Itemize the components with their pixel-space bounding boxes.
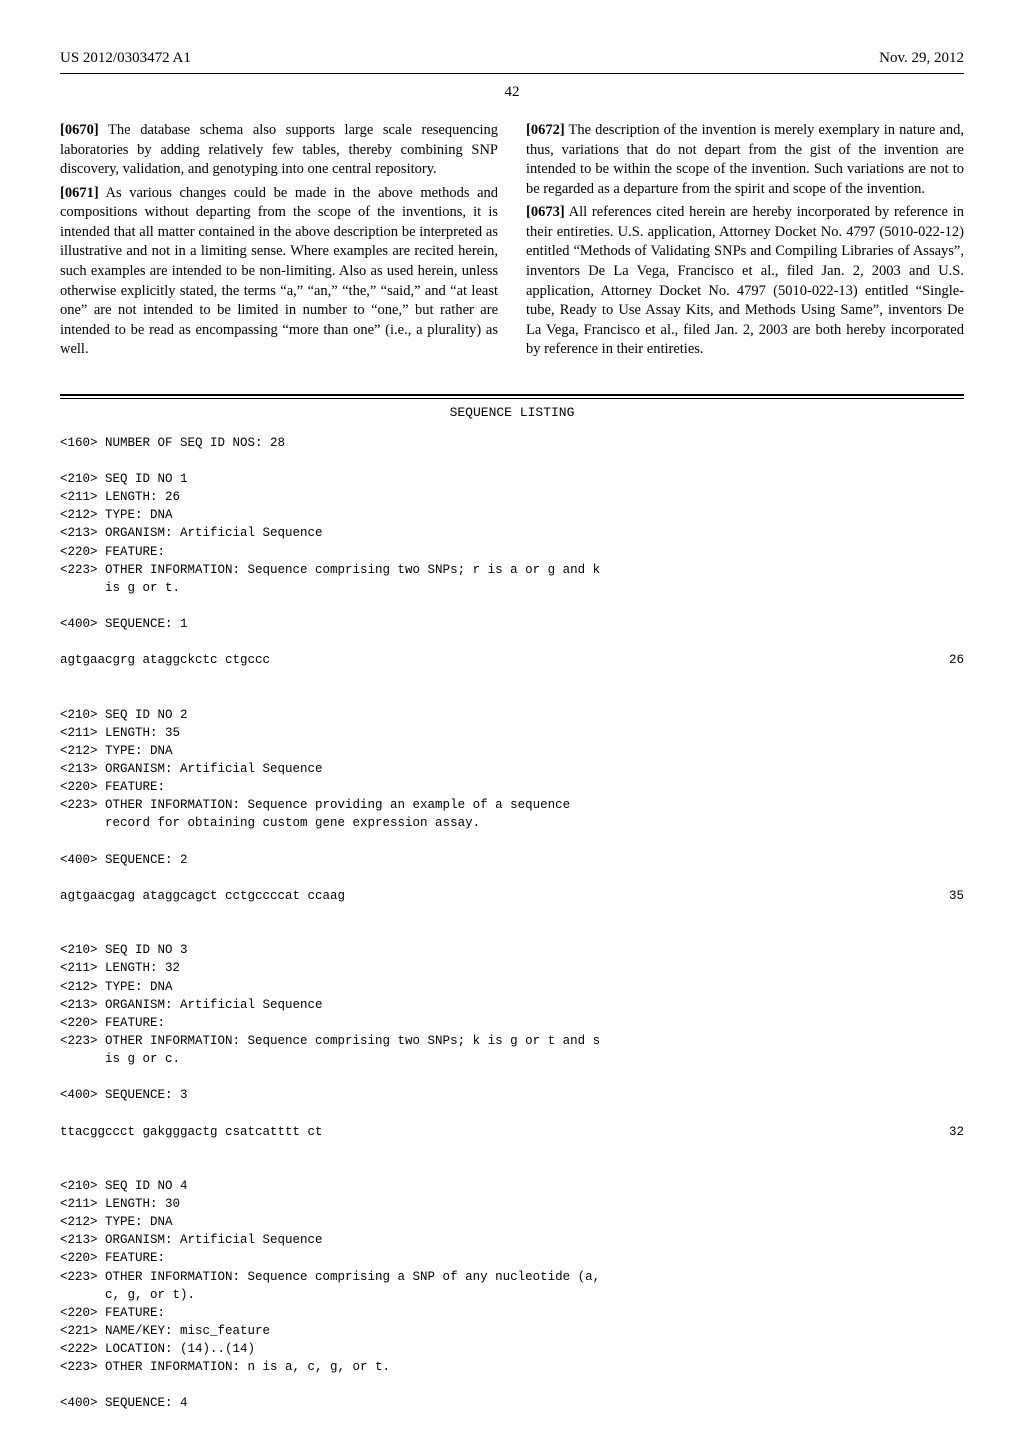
blank-line — [60, 633, 964, 651]
sequence-listing-block: SEQUENCE LISTING <160> NUMBER OF SEQ ID … — [60, 394, 964, 1413]
para-text: All references cited herein are hereby i… — [526, 204, 964, 357]
para-text: As various changes could be made in the … — [60, 185, 498, 358]
seq3-line: <213> ORGANISM: Artificial Sequence — [60, 996, 964, 1014]
seq3-400: <400> SEQUENCE: 3 — [60, 1086, 964, 1104]
seq1-line: <220> FEATURE: — [60, 543, 964, 561]
seq1-line: is g or t. — [60, 579, 964, 597]
sequence-listing-title: SEQUENCE LISTING — [60, 405, 964, 420]
seq2-line: <212> TYPE: DNA — [60, 742, 964, 760]
seq4-line: c, g, or t). — [60, 1286, 964, 1304]
seq-rule-top-thin — [60, 398, 964, 399]
header-rule — [60, 73, 964, 74]
blank-line — [60, 905, 964, 923]
publication-number: US 2012/0303472 A1 — [60, 50, 191, 67]
body-columns: [0670] The database schema also supports… — [60, 121, 964, 364]
seq4-line: <210> SEQ ID NO 4 — [60, 1177, 964, 1195]
right-column: [0672] The description of the invention … — [526, 121, 964, 364]
para-number: [0670] — [60, 122, 99, 138]
seq3-sequence-row: ttacggccct gakgggactg csatcatttt ct 32 — [60, 1123, 964, 1141]
seq2-line: <223> OTHER INFORMATION: Sequence provid… — [60, 796, 964, 814]
seq-rule-top — [60, 394, 964, 396]
seq2-400: <400> SEQUENCE: 2 — [60, 851, 964, 869]
paragraph-0670: [0670] The database schema also supports… — [60, 121, 498, 180]
blank-line — [60, 1068, 964, 1086]
seq3-sequence: ttacggccct gakgggactg csatcatttt ct — [60, 1123, 323, 1141]
blank-line — [60, 833, 964, 851]
seq2-line: <220> FEATURE: — [60, 778, 964, 796]
seq3-line: <223> OTHER INFORMATION: Sequence compri… — [60, 1032, 964, 1050]
seq1-400: <400> SEQUENCE: 1 — [60, 615, 964, 633]
blank-line — [60, 669, 964, 687]
seq3-line: <211> LENGTH: 32 — [60, 959, 964, 977]
para-text: The description of the invention is mere… — [526, 122, 964, 197]
seq1-line: <211> LENGTH: 26 — [60, 488, 964, 506]
paragraph-0671: [0671] As various changes could be made … — [60, 184, 498, 360]
seq3-line: <220> FEATURE: — [60, 1014, 964, 1032]
seq1-line: <213> ORGANISM: Artificial Sequence — [60, 524, 964, 542]
patent-page: US 2012/0303472 A1 Nov. 29, 2012 42 [067… — [0, 0, 1024, 1453]
seq1-sequence: agtgaacgrg ataggckctc ctgccc — [60, 651, 270, 669]
blank-line — [60, 452, 964, 470]
seq1-line: <212> TYPE: DNA — [60, 506, 964, 524]
seq1-sequence-row: agtgaacgrg ataggckctc ctgccc 26 — [60, 651, 964, 669]
seq4-line: <223> OTHER INFORMATION: Sequence compri… — [60, 1268, 964, 1286]
seq3-line: is g or c. — [60, 1050, 964, 1068]
blank-line — [60, 1141, 964, 1159]
para-number: [0672] — [526, 122, 565, 138]
seq4-400: <400> SEQUENCE: 4 — [60, 1394, 964, 1412]
seq2-sequence-row: agtgaacgag ataggcagct cctgccccat ccaag 3… — [60, 887, 964, 905]
seq4-line: <223> OTHER INFORMATION: n is a, c, g, o… — [60, 1358, 964, 1376]
seq4-line: <211> LENGTH: 30 — [60, 1195, 964, 1213]
blank-line — [60, 869, 964, 887]
blank-line — [60, 1376, 964, 1394]
seq2-line: <210> SEQ ID NO 2 — [60, 706, 964, 724]
seq4-line: <212> TYPE: DNA — [60, 1213, 964, 1231]
blank-line — [60, 1159, 964, 1177]
seq-count: <160> NUMBER OF SEQ ID NOS: 28 — [60, 434, 964, 452]
blank-line — [60, 597, 964, 615]
seq1-line: <223> OTHER INFORMATION: Sequence compri… — [60, 561, 964, 579]
paragraph-0673: [0673] All references cited herein are h… — [526, 203, 964, 360]
paragraph-0672: [0672] The description of the invention … — [526, 121, 964, 199]
seq4-line: <221> NAME/KEY: misc_feature — [60, 1322, 964, 1340]
seq1-line: <210> SEQ ID NO 1 — [60, 470, 964, 488]
para-number: [0671] — [60, 185, 99, 201]
para-number: [0673] — [526, 204, 565, 220]
seq2-line: <211> LENGTH: 35 — [60, 724, 964, 742]
seq3-length-num: 32 — [949, 1123, 964, 1141]
seq4-line: <220> FEATURE: — [60, 1249, 964, 1267]
seq2-line: <213> ORGANISM: Artificial Sequence — [60, 760, 964, 778]
para-text: The database schema also supports large … — [60, 122, 498, 177]
publication-date: Nov. 29, 2012 — [879, 50, 964, 67]
blank-line — [60, 923, 964, 941]
seq3-line: <212> TYPE: DNA — [60, 978, 964, 996]
seq4-line: <213> ORGANISM: Artificial Sequence — [60, 1231, 964, 1249]
page-number: 42 — [60, 84, 964, 101]
seq3-line: <210> SEQ ID NO 3 — [60, 941, 964, 959]
seq4-line: <222> LOCATION: (14)..(14) — [60, 1340, 964, 1358]
seq4-line: <220> FEATURE: — [60, 1304, 964, 1322]
seq1-length-num: 26 — [949, 651, 964, 669]
blank-line — [60, 1104, 964, 1122]
left-column: [0670] The database schema also supports… — [60, 121, 498, 364]
seq2-length-num: 35 — [949, 887, 964, 905]
seq2-line: record for obtaining custom gene express… — [60, 814, 964, 832]
blank-line — [60, 688, 964, 706]
page-header: US 2012/0303472 A1 Nov. 29, 2012 — [60, 50, 964, 67]
seq2-sequence: agtgaacgag ataggcagct cctgccccat ccaag — [60, 887, 345, 905]
